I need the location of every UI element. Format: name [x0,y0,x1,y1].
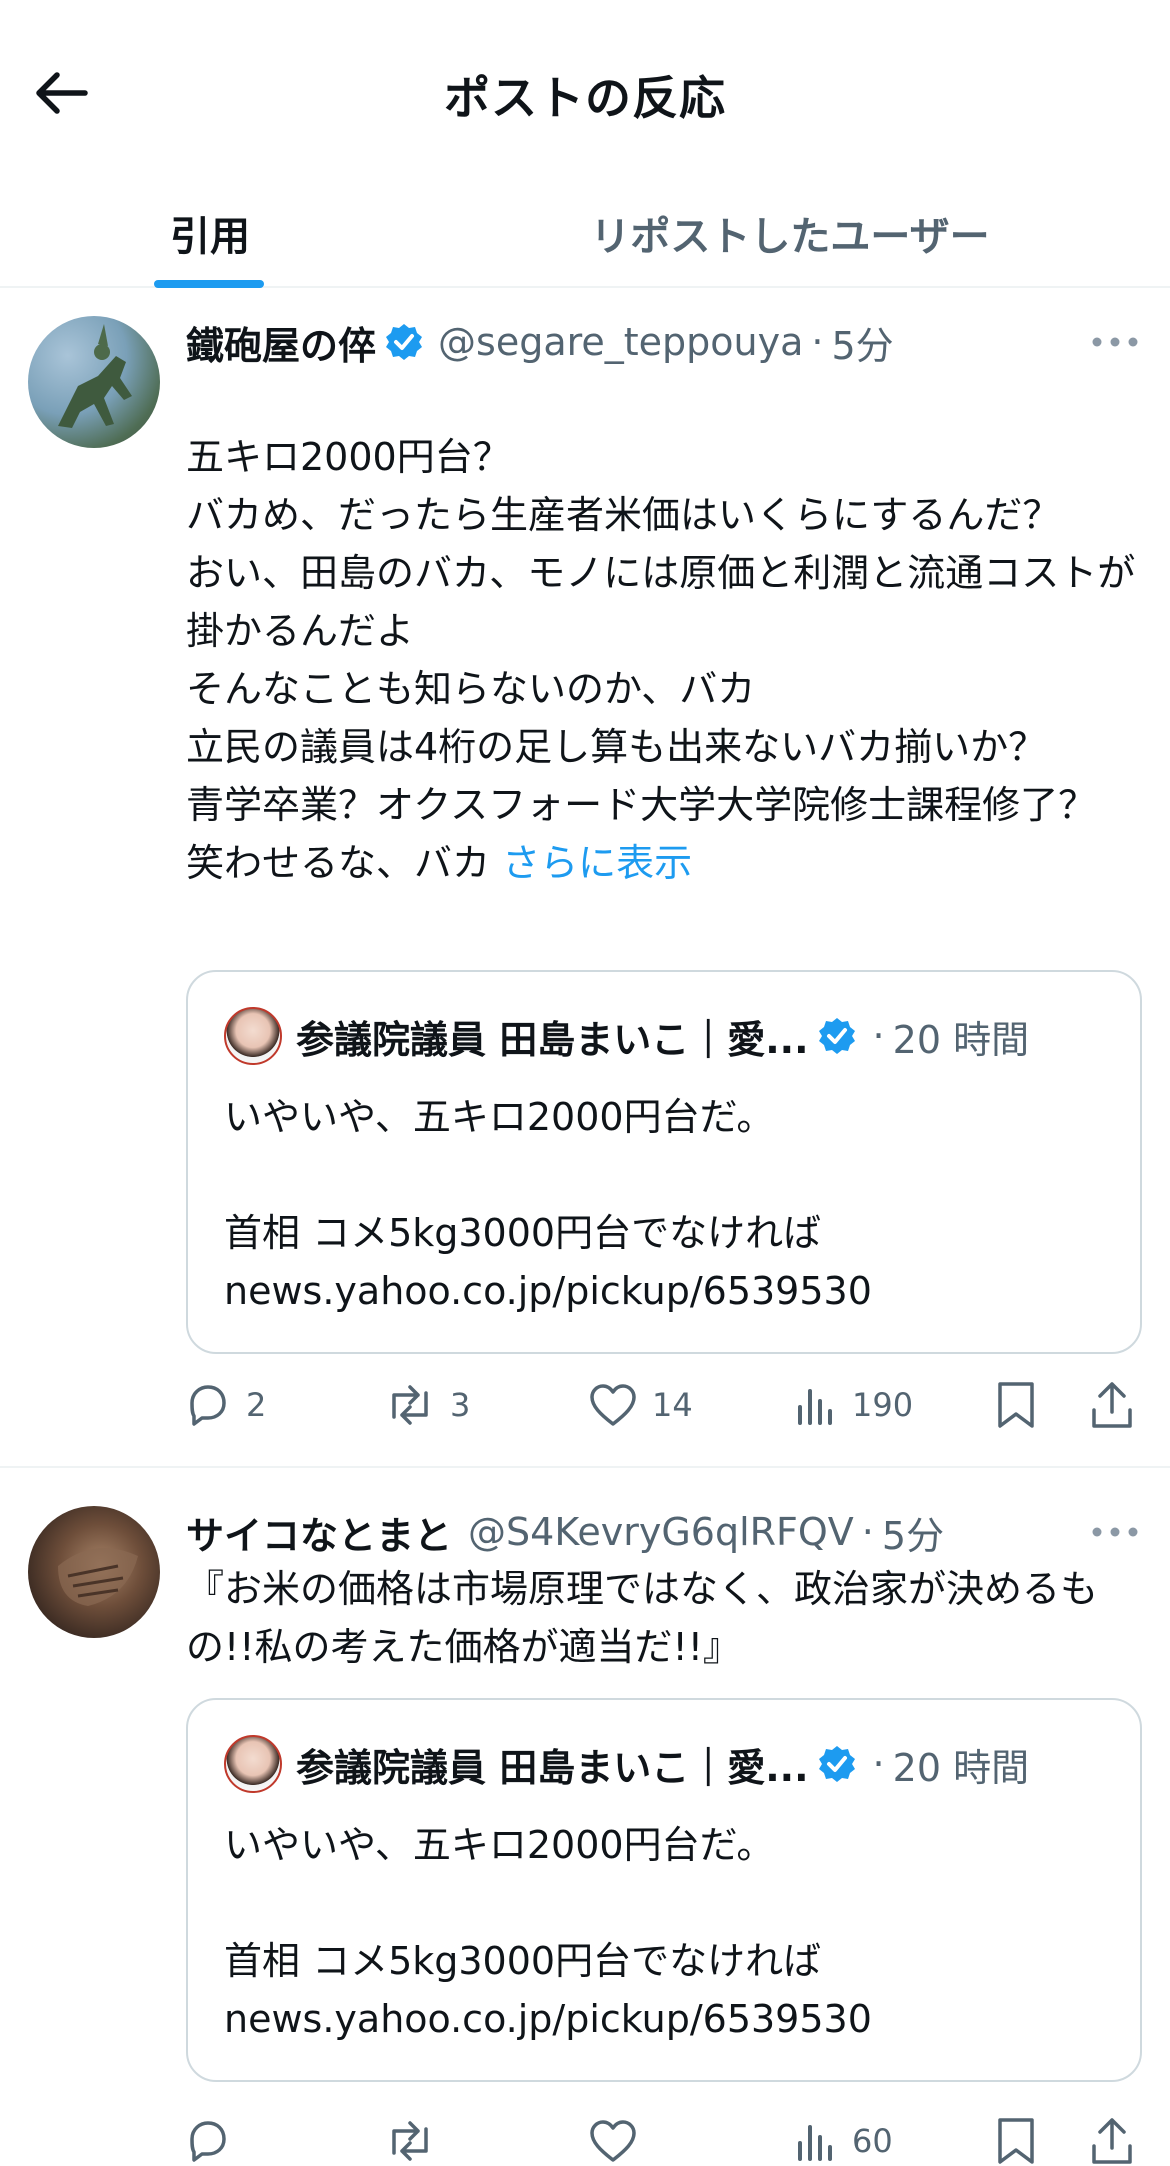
like-button[interactable]: 14 [588,1370,693,1440]
action-bar: 60 [184,2106,1142,2166]
share-button[interactable] [1088,2106,1136,2166]
repost-icon [384,1381,436,1429]
timestamp[interactable]: 5分 [832,315,894,370]
views-button[interactable]: 60 [794,2106,893,2166]
user-handle[interactable]: @segare_teppouya [438,320,803,364]
quoted-avatar [224,1007,282,1065]
reply-count: 2 [246,1386,267,1424]
post[interactable]: 鐵砲屋の倅 @segare_teppouya · 5分 五キロ2000円台？ バ… [0,290,1170,1468]
share-button[interactable] [1088,1370,1136,1440]
profile-photo [58,1548,138,1606]
avatar[interactable] [28,316,160,448]
tab-bar: 引用 リポストしたユーザー [0,180,1170,288]
more-options-button[interactable] [1082,322,1148,362]
reply-icon [184,2117,232,2165]
bookmark-button[interactable] [994,1370,1038,1440]
quoted-timestamp: 20 時間 [892,1745,1030,1790]
tab-reposted-users[interactable]: リポストしたユーザー [540,180,1040,286]
verified-badge-icon [817,1744,857,1784]
reply-button[interactable] [184,2106,246,2166]
quoted-display-name: 参議院議員 田島まいこ｜愛... [296,1745,809,1790]
tab-label: 引用 [170,214,250,260]
display-name[interactable]: 鐵砲屋の倅 [186,315,376,370]
post-text: 『お米の価格は市場原理ではなく、政治家が決めるもの!!私の考えた価格が適当だ!!… [186,1567,1099,1669]
share-icon [1088,1380,1136,1430]
separator-dot: · [811,320,824,364]
analytics-icon [794,1383,838,1427]
repost-button[interactable]: 3 [384,1370,470,1440]
view-count: 60 [852,2122,893,2160]
action-bar: 2 3 14 190 [184,1370,1142,1440]
post[interactable]: サイコなとまと @S4KevryG6qlRFQV · 5分 『お米の価格は市場原… [0,1470,1170,2166]
quoted-post-header: 参議院議員 田島まいこ｜愛... · 20 時間 [224,1734,1120,1794]
avatar[interactable] [28,1506,160,1638]
view-count: 190 [852,1386,914,1424]
post-body: 五キロ2000円台？ バカめ、だったら生産者米価はいくらにするんだ？ おい、田島… [186,370,1146,892]
tab-quotes[interactable]: 引用 [0,180,420,286]
display-name[interactable]: サイコなとまと [186,1505,452,1560]
bookmark-button[interactable] [994,2106,1038,2166]
bookmark-icon [994,2116,1038,2166]
more-horizontal-icon [1092,1527,1138,1537]
quoted-avatar [224,1735,282,1793]
active-tab-indicator [154,280,264,288]
share-icon [1088,2116,1136,2166]
separator-dot: · [872,1014,885,1058]
verified-badge-icon [817,1016,857,1056]
timestamp[interactable]: 5分 [882,1505,944,1560]
post-header: サイコなとまと @S4KevryG6qlRFQV · 5分 [186,1502,1070,1562]
quoted-timestamp: 20 時間 [892,1017,1030,1062]
user-handle[interactable]: @S4KevryG6qlRFQV [468,1510,854,1554]
quoted-post-text: いやいや、五キロ2000円台だ。 首相 コメ5kg3000円台でなければ new… [224,1095,872,1313]
separator-dot: · [872,1742,885,1786]
show-more-link[interactable]: さらに表示 [502,841,692,885]
quoted-post[interactable]: 参議院議員 田島まいこ｜愛... · 20 時間 いやいや、五キロ2000円台だ… [186,970,1142,1354]
repost-icon [384,2117,436,2165]
post-header: 鐵砲屋の倅 @segare_teppouya · 5分 [186,312,1070,372]
like-button[interactable] [588,2106,652,2166]
top-bar: ポストの反応 [0,0,1170,180]
quoted-post-text: いやいや、五キロ2000円台だ。 首相 コメ5kg3000円台でなければ new… [224,1823,872,2041]
quoted-post[interactable]: 参議院議員 田島まいこ｜愛... · 20 時間 いやいや、五キロ2000円台だ… [186,1698,1142,2082]
heart-icon [588,1382,638,1428]
more-horizontal-icon [1092,337,1138,347]
quoted-post-header: 参議院議員 田島まいこ｜愛... · 20 時間 [224,1006,1120,1066]
reply-button[interactable]: 2 [184,1370,266,1440]
tab-label: リポストしたユーザー [590,214,990,260]
separator-dot: · [861,1510,874,1554]
repost-button[interactable] [384,2106,450,2166]
statue-image [58,324,132,428]
views-button[interactable]: 190 [794,1370,913,1440]
heart-icon [588,2118,638,2164]
like-count: 14 [652,1386,693,1424]
repost-count: 3 [450,1386,471,1424]
reply-icon [184,1381,232,1429]
verified-badge-icon [384,322,424,362]
quoted-display-name: 参議院議員 田島まいこ｜愛... [296,1017,809,1062]
bookmark-icon [994,1380,1038,1430]
more-options-button[interactable] [1082,1512,1148,1552]
post-text: 五キロ2000円台？ バカめ、だったら生産者米価はいくらにするんだ？ おい、田島… [186,435,1136,885]
analytics-icon [794,2119,838,2163]
page-title: ポストの反応 [444,71,726,125]
